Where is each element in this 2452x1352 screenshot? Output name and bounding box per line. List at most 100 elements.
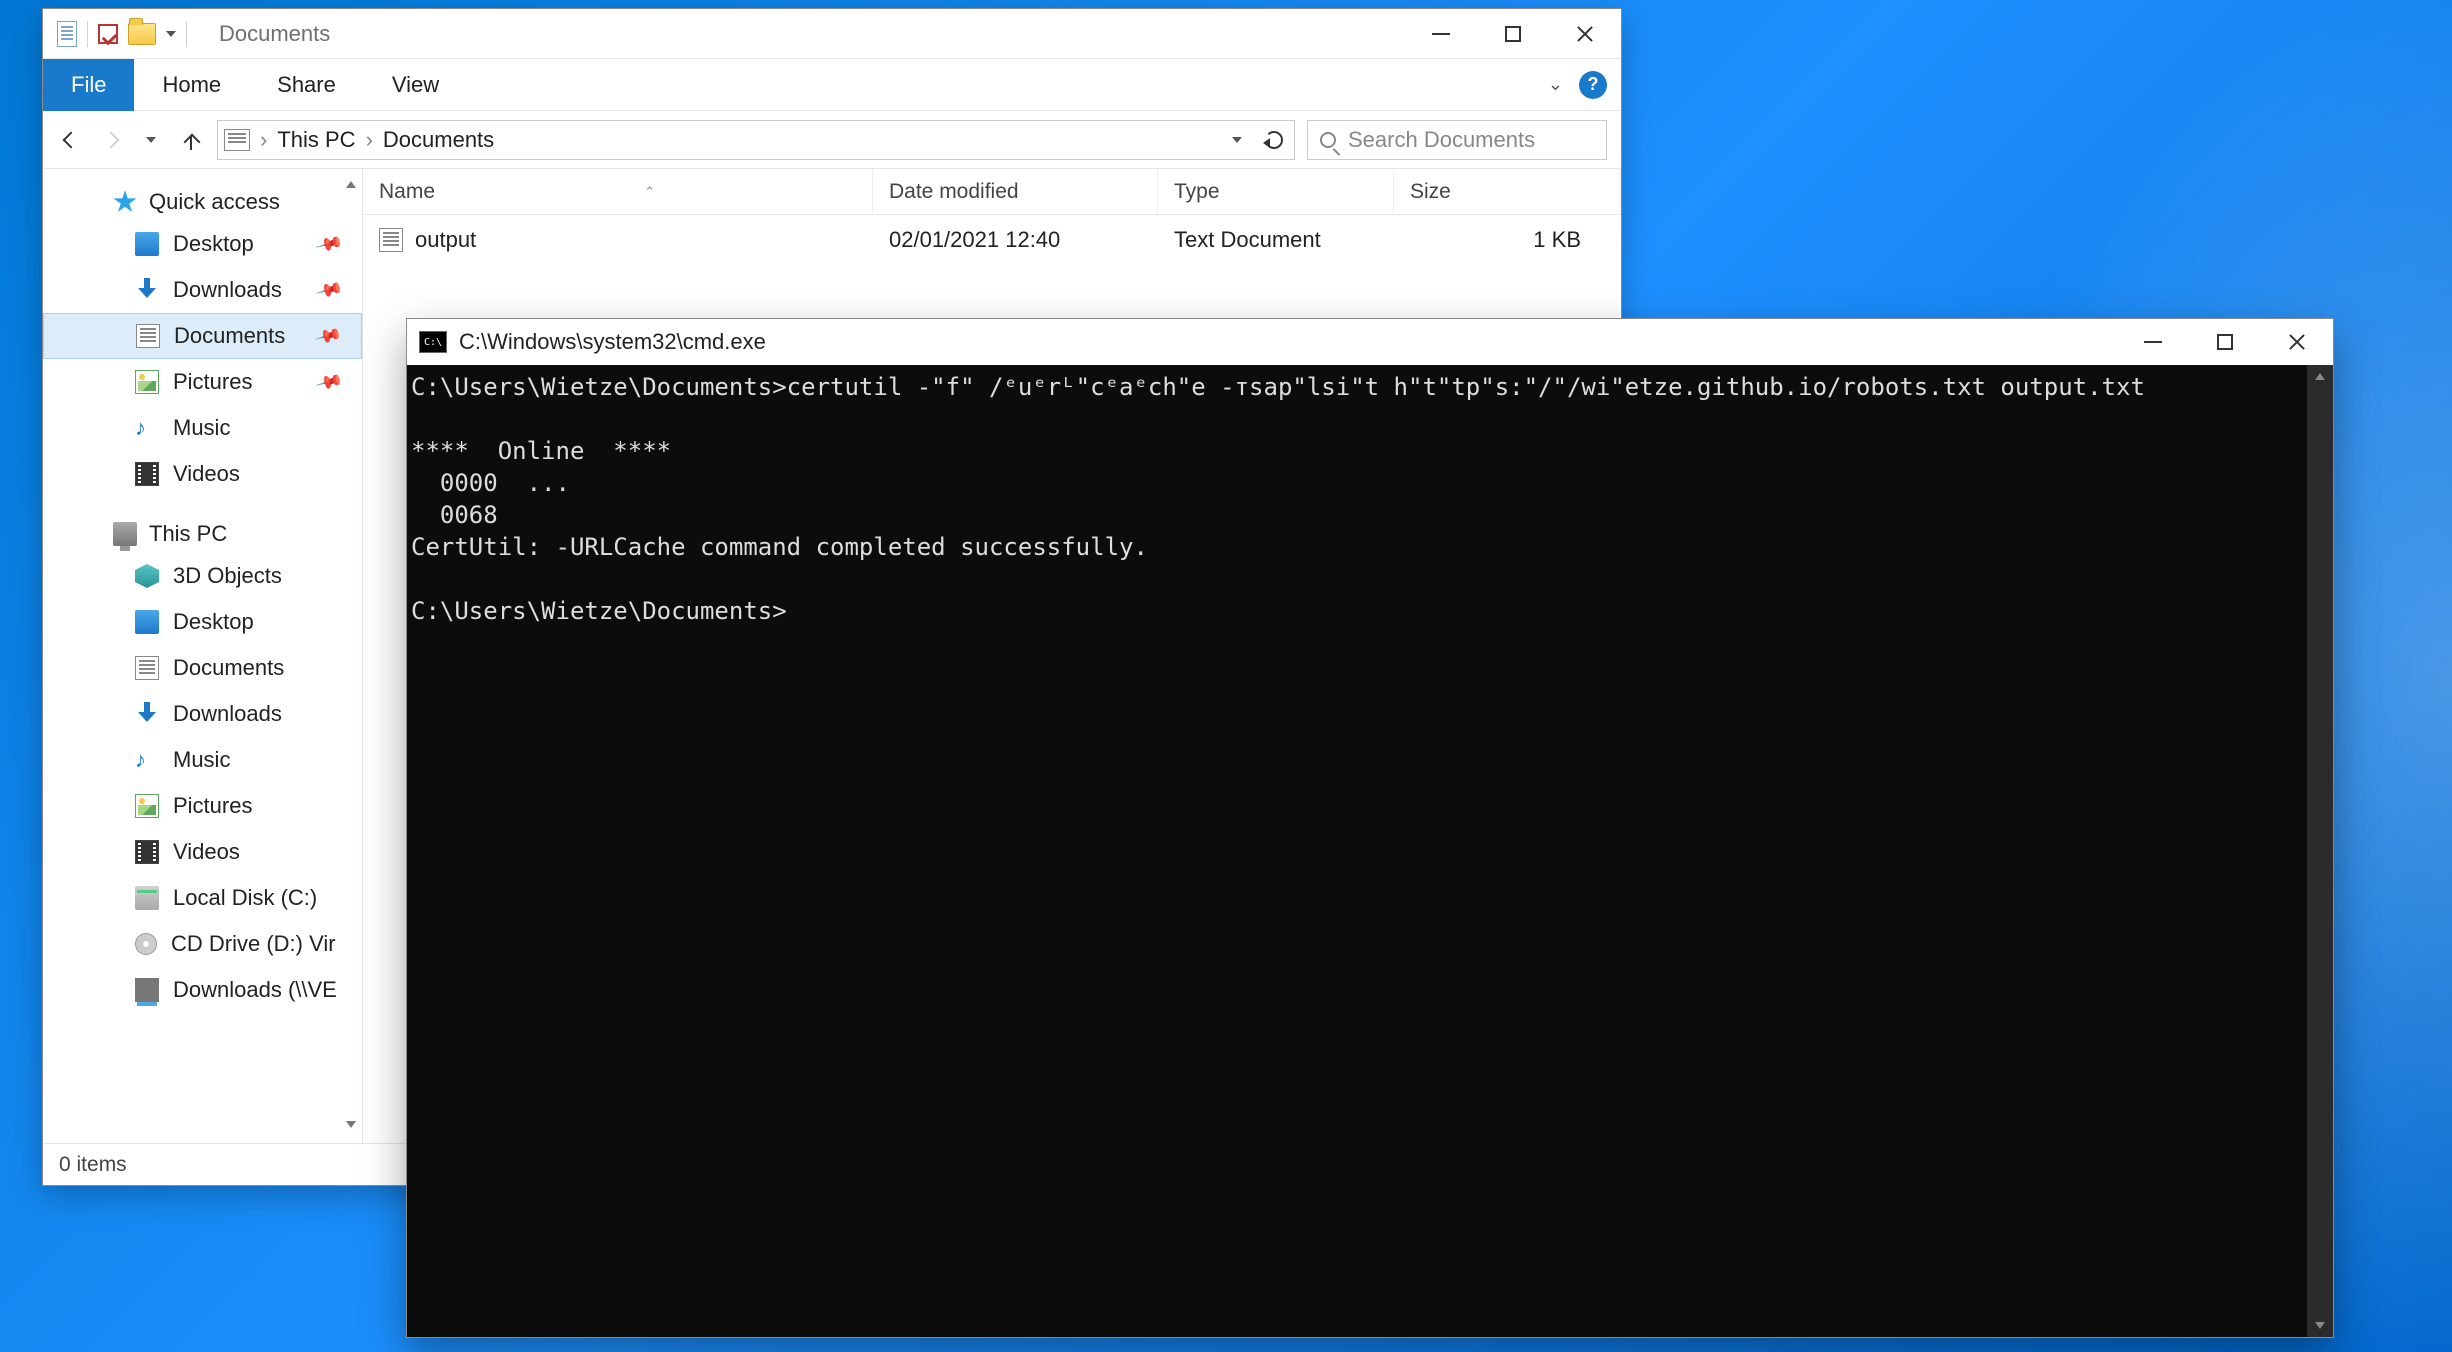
breadcrumb-documents[interactable]: Documents <box>383 127 494 153</box>
address-input[interactable]: › This PC › Documents <box>217 120 1295 160</box>
column-size-label: Size <box>1410 180 1451 204</box>
qat-dropdown-icon[interactable] <box>166 31 176 37</box>
cmd-scrollbar[interactable] <box>2307 365 2333 1337</box>
cmd-titlebar[interactable]: C:\ C:\Windows\system32\cmd.exe <box>407 319 2333 365</box>
ribbon-tab-view[interactable]: View <box>364 59 467 111</box>
music-icon: ♪ <box>135 416 159 440</box>
sidebar-item-cd-drive-d-vir[interactable]: CD Drive (D:) Vir <box>43 921 362 967</box>
sidebar-item-videos[interactable]: Videos <box>43 451 362 497</box>
breadcrumb-this-pc[interactable]: This PC <box>277 127 355 153</box>
doc-icon <box>135 656 159 680</box>
qat-properties-icon[interactable] <box>57 21 77 47</box>
sidebar-head-this-pc[interactable]: This PC <box>43 515 362 553</box>
sidebar-item-desktop[interactable]: Desktop 📌 <box>43 221 362 267</box>
sidebar-item-label: Downloads <box>173 701 282 727</box>
sidebar-head-quick-access[interactable]: Quick access <box>43 183 362 221</box>
sidebar-item-label: Documents <box>173 655 284 681</box>
sidebar-scroll-up[interactable] <box>340 171 362 201</box>
column-type-label: Type <box>1174 180 1220 204</box>
sidebar-item-videos[interactable]: Videos <box>43 829 362 875</box>
location-icon <box>224 129 250 151</box>
refresh-button[interactable] <box>1260 126 1288 154</box>
cmd-terminal[interactable]: C:\Users\Wietze\Documents>certutil -"f" … <box>407 365 2333 1337</box>
pc-icon <box>113 522 137 546</box>
file-size: 1 KB <box>1394 227 1621 253</box>
sidebar-this-pc: This PC 3D Objects Desktop Documents Downlo… <box>43 515 362 1013</box>
sidebar-item-label: CD Drive (D:) Vir <box>171 931 336 957</box>
sidebar-item-documents[interactable]: Documents 📌 <box>43 313 362 359</box>
sidebar-item-music[interactable]: ♪Music <box>43 737 362 783</box>
close-icon <box>2288 333 2306 351</box>
desktop-icon <box>135 232 159 256</box>
sidebar-item-label: Downloads <box>173 277 282 303</box>
desktop-icon <box>135 610 159 634</box>
sidebar-item-label: Downloads (\\VE <box>173 977 337 1003</box>
sidebar-item-downloads[interactable]: Downloads 📌 <box>43 267 362 313</box>
sidebar-item-label: Pictures <box>173 369 252 395</box>
ribbon-file-tab[interactable]: File <box>43 59 134 111</box>
arrow-right-icon <box>103 132 119 148</box>
disk-icon <box>135 886 159 910</box>
sidebar-item-label: Videos <box>173 461 240 487</box>
sidebar-item-label: Videos <box>173 839 240 865</box>
chevron-right-icon: › <box>260 127 267 153</box>
file-name: output <box>415 227 476 253</box>
qat-folder-icon[interactable] <box>128 23 156 45</box>
minimize-button[interactable] <box>1405 10 1477 58</box>
cmd-output: C:\Users\Wietze\Documents>certutil -"f" … <box>411 371 2329 627</box>
refresh-icon <box>1265 131 1283 149</box>
ribbon-tab-share[interactable]: Share <box>249 59 364 111</box>
column-type[interactable]: Type <box>1158 169 1394 214</box>
pin-icon: 📌 <box>313 321 343 350</box>
column-size[interactable]: Size <box>1394 169 1621 214</box>
sidebar-item-pictures[interactable]: Pictures📌 <box>43 359 362 405</box>
help-button[interactable]: ? <box>1579 71 1607 99</box>
pin-icon: 📌 <box>314 229 344 258</box>
window-title: Documents <box>219 21 330 47</box>
address-history-icon[interactable] <box>1232 137 1242 143</box>
sidebar-item-label: Pictures <box>173 793 252 819</box>
maximize-button[interactable] <box>1477 10 1549 58</box>
file-row[interactable]: output02/01/2021 12:40Text Document1 KB <box>363 215 1621 265</box>
sidebar-item-music[interactable]: ♪Music <box>43 405 362 451</box>
cmd-minimize-button[interactable] <box>2117 318 2189 366</box>
ribbon-tab-home[interactable]: Home <box>134 59 249 111</box>
video-icon <box>135 840 159 864</box>
address-bar: › This PC › Documents Search Documents <box>43 111 1621 169</box>
arrow-up-icon <box>183 132 199 148</box>
maximize-icon <box>2217 334 2233 350</box>
sidebar-item-downloads[interactable]: Downloads <box>43 691 362 737</box>
text-file-icon <box>379 228 403 252</box>
ribbon-collapse-icon[interactable]: ⌄ <box>1532 74 1579 95</box>
sidebar-item-label: Desktop <box>173 231 254 257</box>
sidebar-item-desktop[interactable]: Desktop <box>43 599 362 645</box>
download-icon <box>135 278 159 302</box>
3d-icon <box>135 564 159 588</box>
sidebar-item-label: 3D Objects <box>173 563 282 589</box>
column-date[interactable]: Date modified <box>873 169 1158 214</box>
column-name[interactable]: Name ⌃ <box>363 169 873 214</box>
sidebar-item-downloads-ve[interactable]: Downloads (\\VE <box>43 967 362 1013</box>
sidebar-item-pictures[interactable]: Pictures <box>43 783 362 829</box>
nav-up-button[interactable] <box>177 126 205 154</box>
nav-back-button[interactable] <box>57 126 85 154</box>
column-name-label: Name <box>379 180 435 204</box>
nav-recent-button[interactable] <box>137 126 165 154</box>
qat-check-icon[interactable] <box>98 24 118 44</box>
net-icon <box>135 978 159 1002</box>
search-icon <box>1320 132 1336 148</box>
cmd-close-button[interactable] <box>2261 318 2333 366</box>
close-button[interactable] <box>1549 10 1621 58</box>
sidebar-item-3d-objects[interactable]: 3D Objects <box>43 553 362 599</box>
pin-icon: 📌 <box>314 275 344 304</box>
sidebar-item-label: Desktop <box>173 609 254 635</box>
sidebar-item-local-disk-c-[interactable]: Local Disk (C:) <box>43 875 362 921</box>
minimize-icon <box>2144 341 2162 343</box>
cmd-maximize-button[interactable] <box>2189 318 2261 366</box>
sidebar-item-label: Documents <box>174 323 285 349</box>
sidebar-item-documents[interactable]: Documents <box>43 645 362 691</box>
sidebar-scroll-down[interactable] <box>340 1111 362 1141</box>
search-input[interactable]: Search Documents <box>1307 120 1607 160</box>
titlebar[interactable]: Documents <box>43 9 1621 59</box>
nav-forward-button[interactable] <box>97 126 125 154</box>
